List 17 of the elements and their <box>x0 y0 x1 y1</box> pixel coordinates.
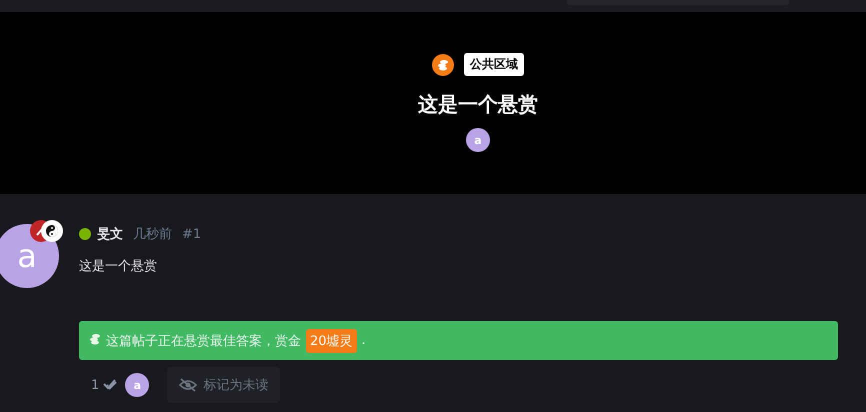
avatar[interactable]: a <box>466 128 490 152</box>
yin-yang-icon <box>41 220 63 242</box>
double-check-icon <box>103 379 118 391</box>
author-name[interactable]: 旻文 <box>97 225 123 243</box>
post-title: 这是一个悬赏 <box>418 91 538 118</box>
post-number[interactable]: #1 <box>182 226 202 242</box>
bounty-text: 这篇帖子正在悬赏最佳答案，赏金 <box>106 332 301 350</box>
read-count: 1 <box>91 378 100 392</box>
bounty-amount: 20墟灵 <box>306 328 357 352</box>
reader-avatar[interactable]: a <box>125 373 150 397</box>
coins-icon <box>432 54 454 76</box>
eye-off-icon <box>179 378 198 392</box>
bounty-period: . <box>362 333 366 348</box>
tag[interactable]: 公共区域 <box>464 53 524 76</box>
post-body: 这是一个悬赏 <box>79 258 158 275</box>
post-time[interactable]: 几秒前 <box>133 225 172 243</box>
mark-unread-button[interactable]: 标记为未读 <box>167 367 280 403</box>
